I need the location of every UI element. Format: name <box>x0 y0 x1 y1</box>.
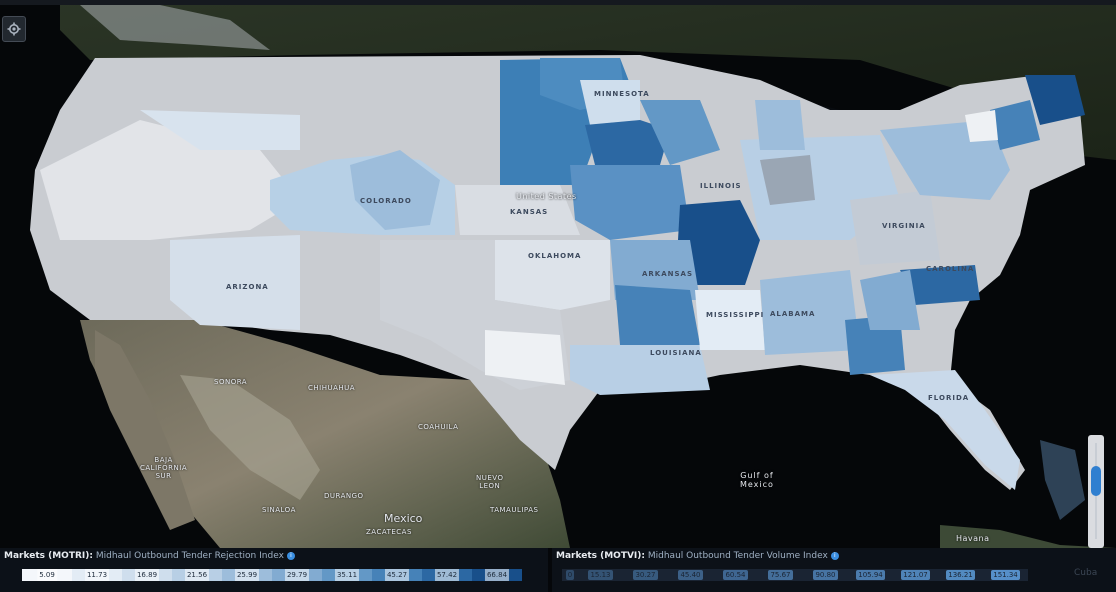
legend-motvi-bin: 90.80 <box>803 569 848 581</box>
legend-motvi-bin: 151.34 <box>983 569 1028 581</box>
info-icon[interactable]: i <box>830 551 839 560</box>
legend-motri-scale: 5.09 11.73 16.89 21.56 25.99 29.79 35.11 45.27 5… <box>22 569 522 581</box>
legend-motri-bin: 11.73 <box>72 569 122 581</box>
region-michigan <box>755 100 805 150</box>
legend-motri-bin: 5.09 <box>22 569 72 581</box>
zoom-slider-thumb[interactable] <box>1091 466 1101 497</box>
top-toolbar-strip <box>0 0 1116 5</box>
label-mexico: Mexico <box>384 512 423 525</box>
label-sonora: SONORA <box>214 378 248 386</box>
legend-motri-bin: 57.42 <box>422 569 472 581</box>
legend-motri-bin-label: 5.09 <box>37 569 57 581</box>
region-georgia <box>860 270 920 330</box>
label-gulf-of-mexico: Gulf of Mexico <box>740 471 774 489</box>
region-minnesota <box>580 80 640 125</box>
legend-motvi-bin-label: 60.54 <box>723 570 748 580</box>
label-virginia: VIRGINIA <box>882 222 926 230</box>
legend-motvi-bin: 136.21 <box>938 569 983 581</box>
legend-motri-title: Markets (MOTRI): Midhaul Outbound Tender… <box>4 551 295 561</box>
legend-motvi-bin: 105.94 <box>848 569 893 581</box>
legend-motvi-bin-label: 136.21 <box>946 570 975 580</box>
legend-motvi-bin-label: 0 <box>565 570 575 580</box>
label-baja-california-sur: BAJA CALIFORNIA SUR <box>140 456 188 480</box>
legend-motri-bin-label: 57.42 <box>434 569 460 581</box>
label-louisiana: LOUISIANA <box>650 349 702 357</box>
label-oklahoma: OKLAHOMA <box>528 252 582 260</box>
label-nuevo-leon: NUEVO LEON <box>476 474 504 490</box>
label-united-states: United States <box>516 192 577 201</box>
legend-motvi-bin: 121.07 <box>893 569 938 581</box>
label-sinaloa: SINALOA <box>262 506 296 514</box>
legend-motvi-bin: 45.40 <box>668 569 713 581</box>
legend-motri-bin-label: 11.73 <box>84 569 110 581</box>
label-kansas: KANSAS <box>510 208 549 216</box>
legend-motvi-bin: 15.13 <box>578 569 623 581</box>
label-florida: FLORIDA <box>928 394 970 402</box>
label-carolina: CAROLINA <box>926 265 975 273</box>
legend-motvi-bin: 30.27 <box>623 569 668 581</box>
legend-motri-bin: 16.89 <box>122 569 172 581</box>
label-cuba: Cuba <box>1074 568 1098 578</box>
info-icon[interactable]: i <box>286 551 295 560</box>
legend-motri-bin: 35.11 <box>322 569 372 581</box>
label-coahuila: COAHUILA <box>418 423 459 431</box>
legend-motvi-bin-label: 105.94 <box>856 570 885 580</box>
gear-icon <box>7 22 21 36</box>
zoom-slider[interactable] <box>1088 435 1104 548</box>
legend-motvi-bin: 60.54 <box>713 569 758 581</box>
legend-motvi-bin-label: 45.40 <box>678 570 703 580</box>
legend-motri-bin-label: 35.11 <box>334 569 360 581</box>
label-illinois: ILLINOIS <box>700 182 742 190</box>
legend-motri-bin-label: 25.99 <box>234 569 260 581</box>
legend-motvi-bin: 75.67 <box>758 569 803 581</box>
legend-motvi-bin-label: 90.80 <box>813 570 838 580</box>
region-vermont <box>965 110 998 142</box>
legend-motvi-bin-label: 121.07 <box>901 570 930 580</box>
label-zacatecas: ZACATECAS <box>366 528 412 536</box>
settings-button[interactable] <box>2 16 26 42</box>
legend-motri-bin-label: 21.56 <box>184 569 210 581</box>
label-durango: DURANGO <box>324 492 364 500</box>
label-chihuahua: CHIHUAHUA <box>308 384 356 392</box>
label-colorado: COLORADO <box>360 197 412 205</box>
legend-motri-bin-label: 45.27 <box>384 569 410 581</box>
legend-motri-bin: 66.84 <box>472 569 522 581</box>
region-oklahoma <box>495 240 610 310</box>
legend-motri-bin: 21.56 <box>172 569 222 581</box>
legend-motri: Markets (MOTRI): Midhaul Outbound Tender… <box>0 548 548 592</box>
legend-motvi-bin-label: 30.27 <box>633 570 658 580</box>
legend-motvi-title: Markets (MOTVI): Midhaul Outbound Tender… <box>556 551 839 561</box>
legend-motri-bin: 45.27 <box>372 569 422 581</box>
legend-motvi: Markets (MOTVI): Midhaul Outbound Tender… <box>552 548 1116 592</box>
label-mississippi: MISSISSIPPI <box>706 311 765 319</box>
label-alabama: ALABAMA <box>770 310 816 318</box>
legend-motvi-bin-label: 151.34 <box>991 570 1020 580</box>
label-arkansas: ARKANSAS <box>642 270 694 278</box>
legend-motri-bin-label: 66.84 <box>484 569 510 581</box>
legend-motvi-scale: 0 15.13 30.27 45.40 60.54 75.67 90.80 105.94 121… <box>562 569 1028 581</box>
region-arkansas-south <box>615 285 700 345</box>
legend-motvi-bin-label: 15.13 <box>588 570 613 580</box>
legend-motri-bin-label: 29.79 <box>284 569 310 581</box>
legend-motri-bin: 25.99 <box>222 569 272 581</box>
label-arizona: ARIZONA <box>226 283 269 291</box>
label-minnesota: MINNESOTA <box>594 90 650 98</box>
label-havana: Havana <box>956 534 990 543</box>
legend-motri-bin: 29.79 <box>272 569 322 581</box>
legend-motvi-bin-label: 75.67 <box>768 570 793 580</box>
legend-motvi-bin: 0 <box>562 569 578 581</box>
label-tamaulipas: TAMAULIPAS <box>490 506 539 514</box>
legend-motri-bin-label: 16.89 <box>134 569 160 581</box>
region-mississippi <box>695 290 765 350</box>
